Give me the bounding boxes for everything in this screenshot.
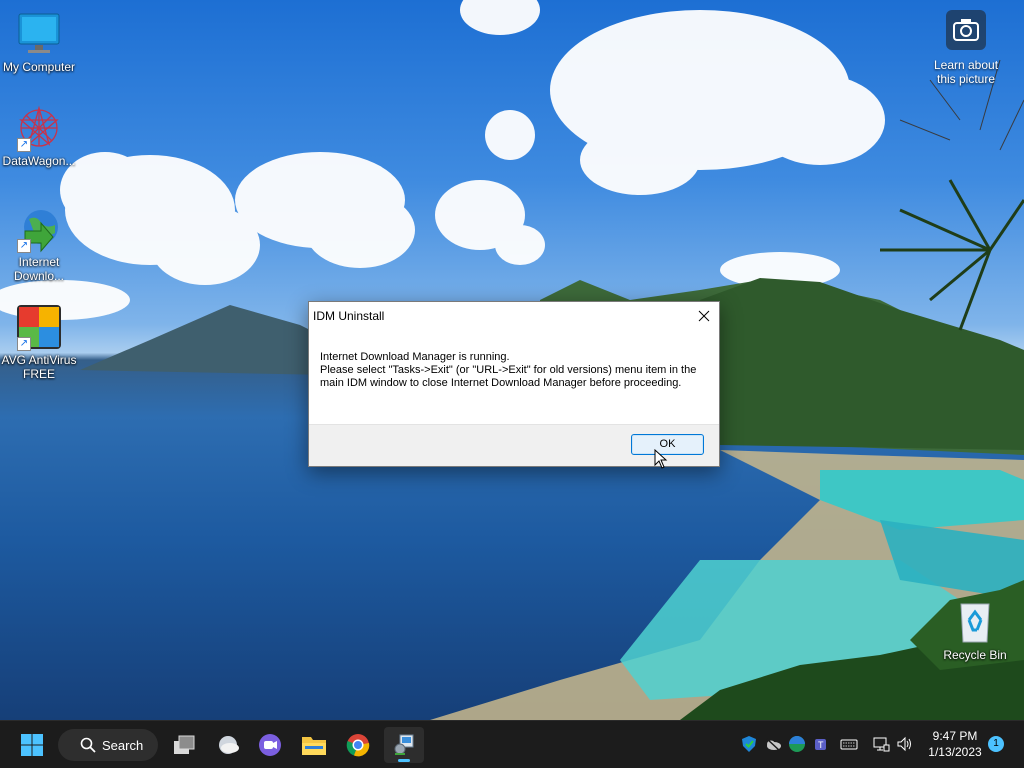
- desktop-icon-internet-download-manager[interactable]: ↗ Internet Downlo...: [0, 205, 78, 283]
- task-view-icon: [174, 735, 195, 754]
- widgets-icon: [219, 736, 239, 754]
- desktop-icon-label: My Computer: [2, 60, 76, 74]
- chat-button[interactable]: [252, 727, 288, 763]
- dialog-message: Internet Download Manager is running. Pl…: [309, 329, 719, 425]
- idm-uninstall-dialog: IDM Uninstall Internet Download Manager …: [308, 301, 720, 467]
- chat-icon: [259, 734, 281, 756]
- widgets-button[interactable]: [210, 727, 246, 763]
- desktop-icon-label: DataWagon...: [2, 154, 76, 168]
- shortcut-arrow-icon: ↗: [17, 239, 31, 253]
- dialog-message-line1: Internet Download Manager is running.: [320, 351, 510, 363]
- task-view-button[interactable]: [166, 727, 202, 763]
- chrome-button[interactable]: [340, 727, 376, 763]
- search-label: Search: [102, 737, 144, 753]
- desktop-icon-my-computer[interactable]: My Computer: [0, 10, 78, 74]
- taskbar-search[interactable]: Search: [58, 729, 158, 761]
- chrome-icon: [346, 734, 370, 757]
- start-button[interactable]: [14, 727, 50, 763]
- avg-icon: ↗: [15, 303, 63, 351]
- desktop-icon-avg-antivirus[interactable]: ↗ AVG AntiVirus FREE: [0, 303, 78, 381]
- notification-badge[interactable]: 1: [988, 736, 1004, 752]
- desktop-icon-label: AVG AntiVirus FREE: [1, 353, 77, 381]
- dialog-titlebar[interactable]: IDM Uninstall: [309, 302, 719, 329]
- close-icon: [698, 310, 710, 321]
- learn-about-label: Learn about this picture: [933, 58, 999, 86]
- taskbar: Search T 9:47 PM 1/13/2023 1: [0, 720, 1024, 768]
- desktop-icon-recycle-bin[interactable]: Recycle Bin: [936, 598, 1014, 662]
- dialog-title: IDM Uninstall: [313, 308, 385, 323]
- close-button[interactable]: [689, 302, 719, 329]
- desktop-icon-label: Recycle Bin: [943, 648, 1007, 662]
- file-explorer-icon: [302, 737, 326, 755]
- idm-setup-taskbar-button[interactable]: [384, 727, 424, 763]
- shortcut-arrow-icon: ↗: [17, 138, 31, 152]
- onedrive-icon[interactable]: [764, 735, 782, 753]
- active-indicator: [398, 759, 410, 762]
- volume-icon[interactable]: [896, 735, 914, 753]
- monitor-icon: [15, 10, 63, 58]
- svg-text:T: T: [818, 740, 824, 750]
- idm-globe-icon: ↗: [15, 205, 63, 253]
- mouse-cursor-icon: [654, 449, 668, 469]
- defender-icon[interactable]: [740, 735, 758, 753]
- file-explorer-button[interactable]: [296, 727, 332, 763]
- datawagon-icon: ↗: [15, 104, 63, 152]
- clock-date: 1/13/2023: [928, 745, 982, 759]
- clock[interactable]: 9:47 PM 1/13/2023: [920, 728, 990, 760]
- shortcut-arrow-icon: ↗: [17, 337, 31, 351]
- desktop-icon-label: Internet Downlo...: [13, 255, 65, 283]
- start-icon: [21, 734, 43, 756]
- clock-time: 9:47 PM: [932, 729, 978, 743]
- learn-about-picture[interactable]: Learn about this picture: [916, 10, 1016, 86]
- search-icon: [80, 737, 96, 753]
- edge-icon[interactable]: [788, 735, 806, 753]
- dialog-message-line2: Please select "Tasks->Exit" (or "URL->Ex…: [320, 364, 697, 389]
- camera-icon: [946, 10, 986, 50]
- network-icon[interactable]: [872, 735, 890, 753]
- teams-icon[interactable]: T: [812, 735, 830, 753]
- idm-setup-icon: [394, 734, 414, 755]
- desktop-icon-datawagon[interactable]: ↗ DataWagon...: [0, 104, 78, 168]
- keyboard-icon[interactable]: [840, 735, 858, 753]
- recycle-bin-icon: [951, 598, 999, 646]
